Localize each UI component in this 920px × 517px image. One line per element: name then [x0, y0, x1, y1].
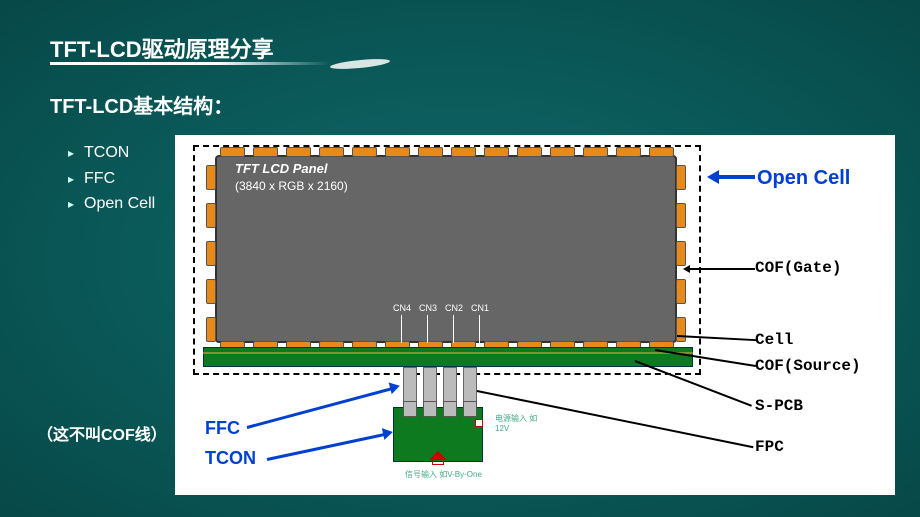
ffc-arrow [247, 387, 393, 429]
open-cell-arrow [715, 175, 755, 179]
cof-source-tab [583, 147, 608, 157]
cof-gate-arrow [689, 268, 755, 270]
cof-source-tab [220, 147, 245, 157]
open-cell-label: Open Cell [757, 167, 850, 190]
tcon-connector [423, 401, 437, 417]
cn1-label: CN1 [471, 303, 489, 313]
cof-source-tab [385, 147, 410, 157]
cn4-label: CN4 [393, 303, 411, 313]
cof-gate-arrow-head [683, 265, 690, 273]
bullet-ffc: FFC [68, 166, 155, 192]
cof-gate-tab [676, 165, 686, 190]
cof-source-tab [286, 147, 311, 157]
title-underline [50, 62, 330, 65]
bullet-opencell: Open Cell [68, 191, 155, 217]
panel-title: TFT LCD Panel [235, 161, 327, 176]
cn-line [479, 315, 480, 343]
cn-line [453, 315, 454, 343]
panel-resolution: (3840 x RGB x 2160) [235, 179, 348, 193]
open-cell-arrow-head [707, 170, 719, 184]
signal-text: 信号输入 如V-By-One [405, 469, 525, 480]
cof-gate-tab [206, 279, 216, 304]
page-title: TFT-LCD驱动原理分享 [50, 32, 274, 64]
cn2-label: CN2 [445, 303, 463, 313]
cof-source-tab [418, 147, 443, 157]
cof-source-tab [517, 147, 542, 157]
cof-gate-label: COF(Gate) [755, 259, 841, 277]
cof-gate-tab [676, 241, 686, 266]
ffc-label: FFC [205, 418, 240, 439]
cof-source-tab [550, 147, 575, 157]
cn-line [401, 315, 402, 343]
cof-gate-tab [676, 317, 686, 342]
fpc-label: FPC [755, 438, 784, 456]
cof-source-tab [616, 147, 641, 157]
cof-gate-tab [206, 203, 216, 228]
cof-gate-tab [676, 279, 686, 304]
cof-source-tab [649, 147, 674, 157]
power-text: 电源输入 如12V [495, 413, 545, 433]
section-subtitle: TFT-LCD基本结构： [50, 90, 233, 119]
ffc-arrow-head [389, 380, 402, 394]
tcon-arrow [267, 433, 385, 461]
power-input-icon [475, 419, 483, 427]
cof-gate-tab [206, 165, 216, 190]
bullet-tcon: TCON [68, 140, 155, 166]
s-pcb-board [203, 347, 693, 367]
diagram-canvas: TFT LCD Panel (3840 x RGB x 2160) CN4 CN… [175, 135, 895, 495]
cof-source-tab [253, 147, 278, 157]
tcon-arrow-head [382, 426, 394, 440]
cof-gate-tab [206, 241, 216, 266]
s-pcb-label: S-PCB [755, 397, 803, 415]
signal-input-box [432, 459, 444, 465]
tcon-connector [443, 401, 457, 417]
cof-source-tab [484, 147, 509, 157]
cn-line [427, 315, 428, 343]
cof-gate-tab [676, 203, 686, 228]
tcon-label: TCON [205, 448, 256, 469]
cof-note: （这不叫COF线） [37, 421, 167, 445]
cof-source-label: COF(Source) [755, 357, 861, 375]
cell-label: Cell [755, 331, 793, 349]
cof-source-tab [352, 147, 377, 157]
cn3-label: CN3 [419, 303, 437, 313]
tcon-connector [403, 401, 417, 417]
s-pcb-trace [203, 352, 693, 354]
title-swoosh [328, 57, 392, 71]
bullet-list: TCON FFC Open Cell [68, 140, 155, 217]
cof-gate-tab [206, 317, 216, 342]
tcon-connector [463, 401, 477, 417]
cof-source-tab [451, 147, 476, 157]
cof-source-tab [319, 147, 344, 157]
